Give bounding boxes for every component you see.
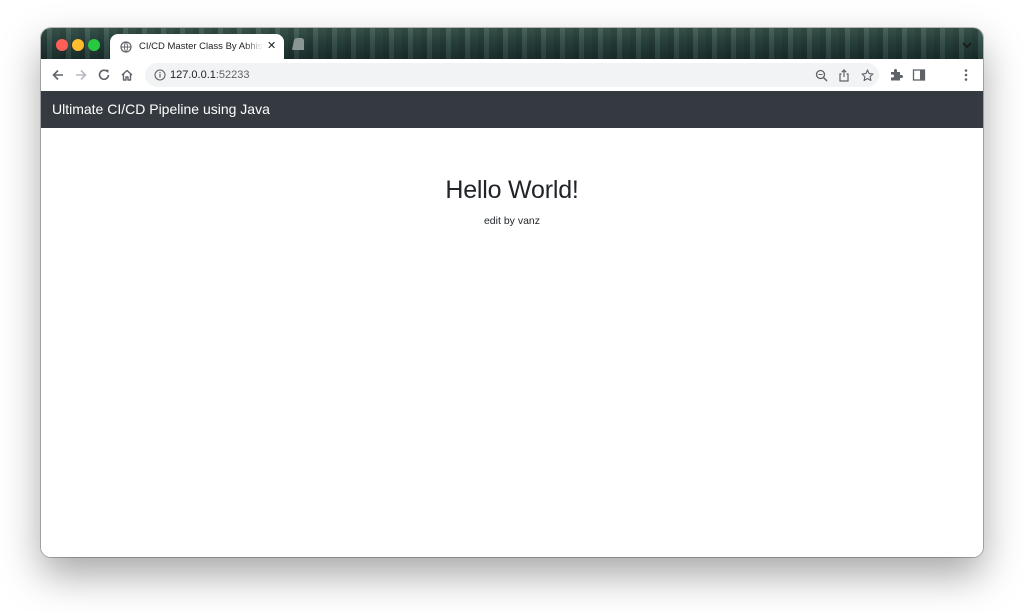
title-bar: CI/CD Master Class By Abhishek ✕ bbox=[41, 28, 983, 59]
browser-tab[interactable]: CI/CD Master Class By Abhishek ✕ bbox=[110, 34, 284, 59]
page-subtext: edit by vanz bbox=[483, 215, 541, 227]
forward-icon[interactable] bbox=[73, 67, 89, 83]
reload-icon[interactable] bbox=[96, 67, 112, 83]
zoom-icon[interactable] bbox=[813, 67, 829, 83]
tab-title: CI/CD Master Class By Abhishek bbox=[139, 41, 263, 52]
star-icon[interactable] bbox=[859, 67, 875, 83]
site-navbar: Ultimate CI/CD Pipeline using Java bbox=[41, 91, 983, 128]
back-icon[interactable] bbox=[50, 67, 66, 83]
close-window-button[interactable] bbox=[56, 39, 68, 51]
home-icon[interactable] bbox=[119, 67, 135, 83]
browser-toolbar: 127.0.0.1:52233 bbox=[41, 59, 983, 92]
address-bar[interactable]: 127.0.0.1:52233 bbox=[145, 63, 879, 87]
url-port: :52233 bbox=[215, 69, 250, 81]
new-tab-icon[interactable] bbox=[290, 37, 306, 51]
maximize-window-button[interactable] bbox=[88, 39, 100, 51]
menu-icon[interactable] bbox=[958, 67, 974, 83]
minimize-window-button[interactable] bbox=[72, 39, 84, 51]
url-host: 127.0.0.1 bbox=[170, 69, 216, 81]
browser-window: CI/CD Master Class By Abhishek ✕ 127.0.0… bbox=[41, 28, 983, 557]
tab-search-icon[interactable] bbox=[961, 39, 973, 51]
info-icon[interactable] bbox=[153, 68, 167, 82]
page-title: Hello World! bbox=[445, 176, 579, 204]
globe-icon bbox=[119, 40, 133, 54]
extensions-icon[interactable] bbox=[888, 67, 904, 83]
share-icon[interactable] bbox=[836, 67, 852, 83]
url-text: 127.0.0.1:52233 bbox=[170, 68, 250, 82]
close-tab-icon[interactable]: ✕ bbox=[267, 41, 276, 52]
page-content: Hello World! edit by vanz bbox=[41, 128, 983, 557]
sidepanel-icon[interactable] bbox=[911, 67, 927, 83]
navbar-brand[interactable]: Ultimate CI/CD Pipeline using Java bbox=[52, 91, 270, 128]
